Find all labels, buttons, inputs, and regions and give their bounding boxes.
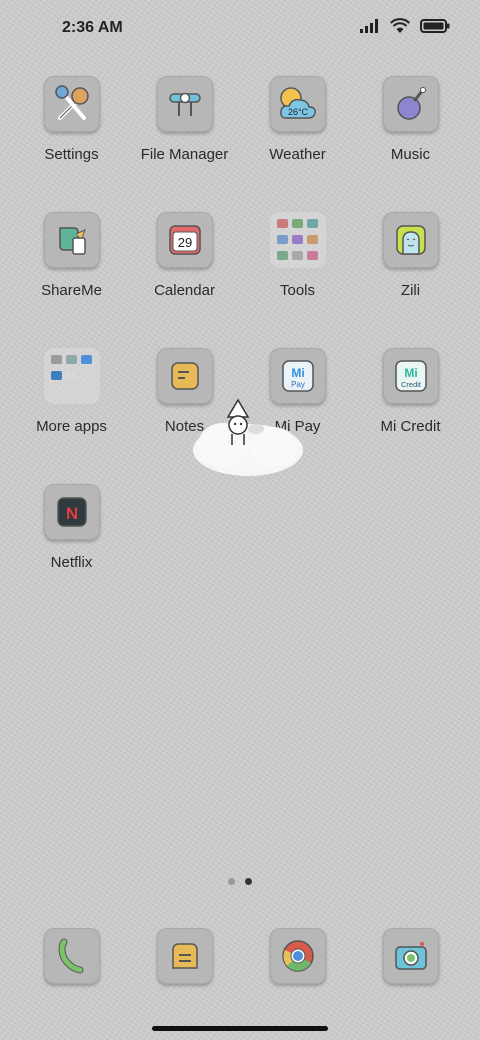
app-label: Netflix <box>50 554 93 571</box>
app-file-manager[interactable]: File Manager <box>128 76 241 163</box>
netflix-logo: N <box>65 504 77 523</box>
app-label: Zili <box>400 282 421 299</box>
app-label: Mi Credit <box>380 418 441 435</box>
wifi-icon <box>390 18 410 33</box>
app-more-apps-folder[interactable]: More apps <box>15 348 128 435</box>
tools-folder-icon <box>269 212 326 268</box>
app-label: Weather <box>269 146 326 163</box>
app-label: File Manager <box>140 146 229 163</box>
app-tools-folder[interactable]: Tools <box>241 212 354 299</box>
home-indicator[interactable] <box>152 1026 328 1031</box>
music-icon <box>382 76 439 132</box>
calendar-date: 29 <box>177 235 191 250</box>
status-bar: 2:36 AM <box>0 0 480 56</box>
app-label: Music <box>390 146 431 163</box>
app-zili[interactable]: Zili <box>354 212 467 299</box>
shareme-icon <box>43 212 100 268</box>
mi-pay-text: Pay <box>291 380 305 389</box>
dock-phone[interactable] <box>15 928 128 984</box>
app-settings[interactable]: Settings <box>15 76 128 163</box>
mi-credit-text: Credit <box>400 380 421 389</box>
app-calendar[interactable]: 29 Calendar <box>128 212 241 299</box>
app-weather[interactable]: 26°C Weather <box>241 76 354 163</box>
battery-icon <box>420 19 450 33</box>
camera-icon <box>382 928 439 984</box>
page-dot[interactable] <box>228 878 235 885</box>
phone-icon <box>43 928 100 984</box>
chrome-icon <box>269 928 326 984</box>
more-apps-folder-icon <box>43 348 100 404</box>
signal-icon <box>360 19 378 33</box>
status-icons <box>360 18 450 34</box>
dock-camera[interactable] <box>354 928 467 984</box>
dock-messages[interactable] <box>128 928 241 984</box>
settings-icon <box>43 76 100 132</box>
mi-pay-logo: Mi <box>291 366 304 380</box>
cloud-mascot-decoration <box>193 398 303 476</box>
status-time: 2:36 AM <box>62 19 123 36</box>
app-label: Calendar <box>154 282 215 299</box>
weather-icon: 26°C <box>269 76 326 132</box>
app-music[interactable]: Music <box>354 76 467 163</box>
app-mi-credit[interactable]: Mi Credit Mi Credit <box>354 348 467 435</box>
app-netflix[interactable]: N Netflix <box>15 484 128 571</box>
messages-icon <box>156 928 213 984</box>
mi-credit-icon: Mi Credit <box>382 348 439 404</box>
zili-icon <box>382 212 439 268</box>
mi-credit-logo: Mi <box>404 366 417 380</box>
app-label: More apps <box>36 418 107 435</box>
app-label: Tools <box>279 282 316 299</box>
app-label: Settings <box>44 146 99 163</box>
app-label: ShareMe <box>41 282 102 299</box>
app-shareme[interactable]: ShareMe <box>15 212 128 299</box>
calendar-icon: 29 <box>156 212 213 268</box>
page-dot-active[interactable] <box>245 878 252 885</box>
file-manager-icon <box>156 76 213 132</box>
page-indicator[interactable] <box>0 878 480 885</box>
weather-temp: 26°C <box>287 107 308 117</box>
netflix-icon: N <box>43 484 100 540</box>
dock-chrome[interactable] <box>241 928 354 984</box>
